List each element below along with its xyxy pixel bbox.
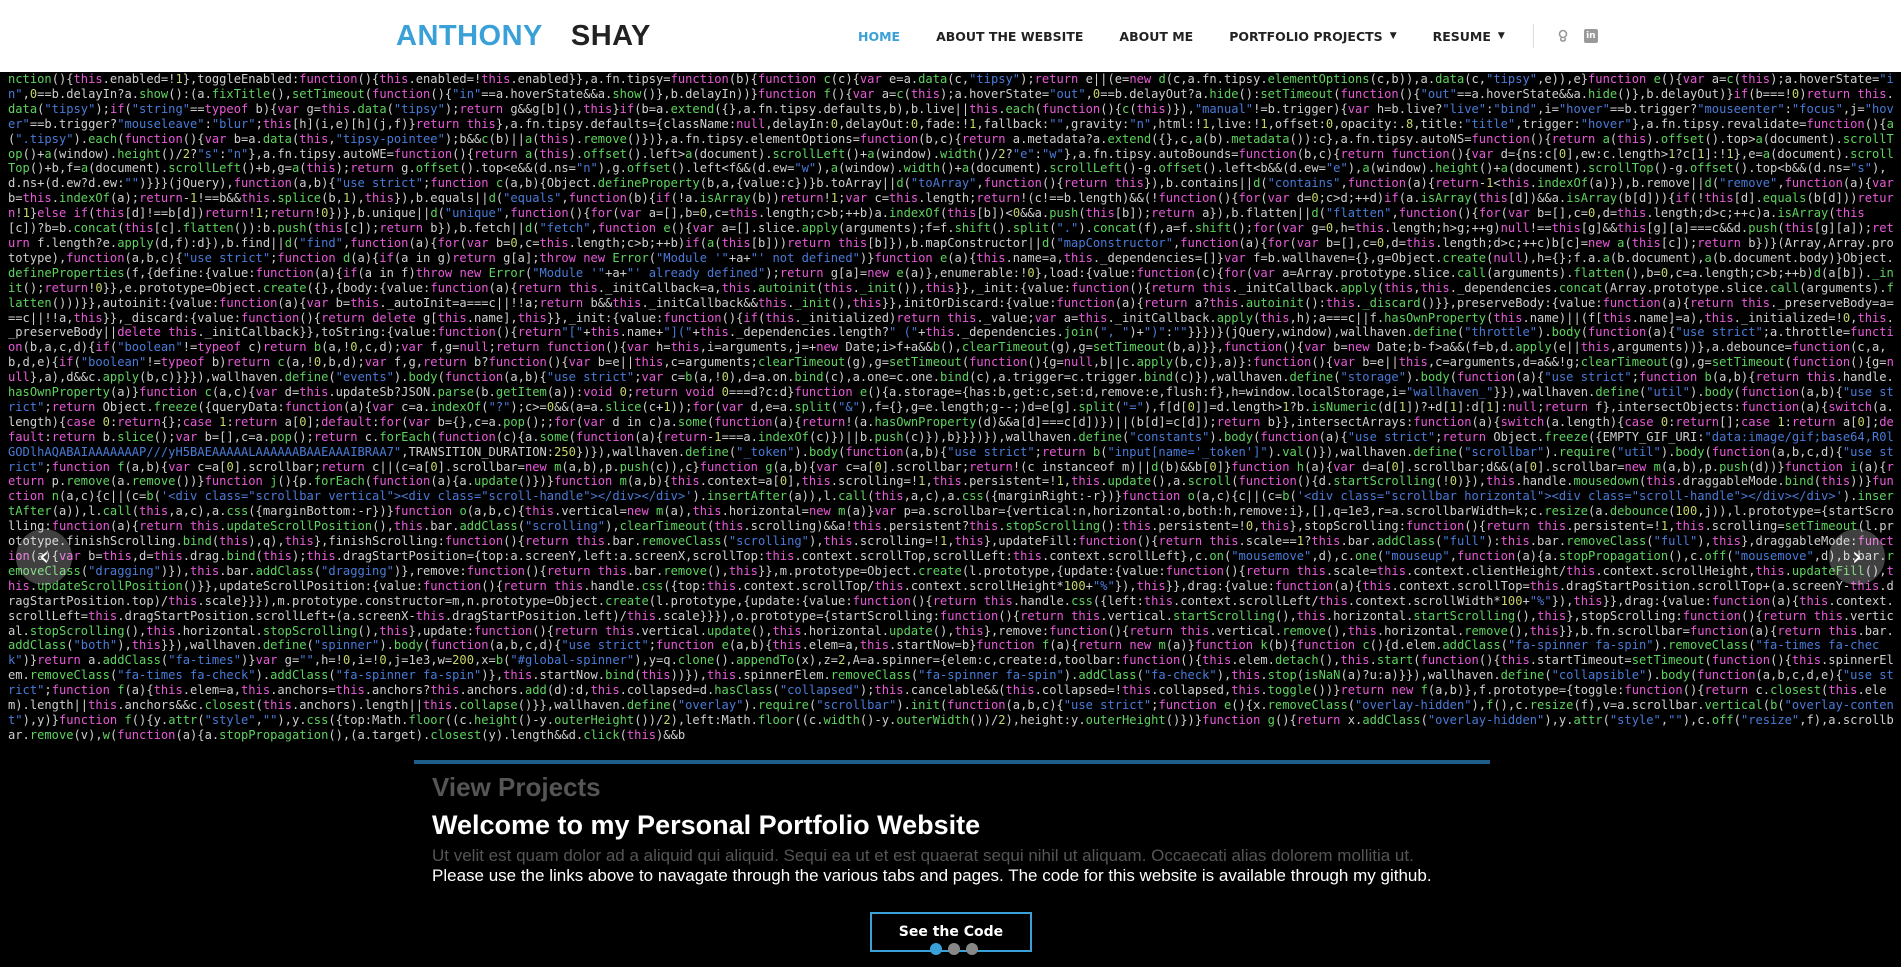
chevron-down-icon: ▼ (1389, 31, 1397, 41)
chevron-left-icon: ‹ (38, 542, 50, 572)
caption-previous-text: Ut velit est quam dolor ad a aliquid qui… (432, 846, 1414, 865)
nav-about-me-label: ABOUT ME (1119, 28, 1194, 44)
nav-home[interactable]: HOME (858, 29, 900, 44)
nav-about-website[interactable]: ABOUT THE WEBSITE (936, 29, 1083, 44)
github-icon[interactable] (1556, 29, 1570, 43)
social-links: in (1556, 29, 1598, 43)
hero-caption: View Projects Welcome to my Personal Por… (414, 760, 1490, 967)
main-nav: HOME ABOUT THE WEBSITE ABOUT ME PORTFOLI… (858, 0, 1598, 72)
slider-dot[interactable] (966, 943, 978, 955)
nav-resume-label: RESUME (1432, 28, 1491, 44)
nav-home-label: HOME (858, 28, 901, 44)
slider-prev-button[interactable]: ‹ (16, 529, 72, 585)
slider-dots (930, 943, 978, 955)
slider-next-button[interactable]: › (1829, 529, 1885, 585)
nav-about-me[interactable]: ABOUT ME (1119, 29, 1193, 44)
nav-portfolio-projects[interactable]: PORTFOLIO PROJECTS ▼ (1229, 29, 1396, 44)
hero-slider: nction(){this.enabled=!1},toggleEnabled:… (0, 72, 1901, 967)
code-background: nction(){this.enabled=!1},toggleEnabled:… (8, 72, 1901, 742)
caption-previous-title: View Projects (432, 772, 601, 802)
nav-divider (1532, 24, 1534, 48)
chevron-down-icon: ▼ (1497, 31, 1505, 41)
caption-title: Welcome to my Personal Portfolio Website (432, 810, 981, 840)
slider-dot[interactable] (930, 943, 942, 955)
caption-text: Please use the links above to navagate t… (432, 866, 1432, 885)
site-logo[interactable]: ANTHONY SHAY (396, 20, 651, 53)
chevron-right-icon: › (1851, 542, 1863, 572)
logo-last-name: SHAY (570, 20, 651, 52)
nav-about-website-label: ABOUT THE WEBSITE (936, 28, 1084, 44)
nav-resume[interactable]: RESUME ▼ (1433, 29, 1505, 44)
site-header: ANTHONY SHAY HOME ABOUT THE WEBSITE ABOUT… (0, 0, 1901, 72)
nav-portfolio-projects-label: PORTFOLIO PROJECTS (1229, 28, 1383, 44)
linkedin-icon[interactable]: in (1583, 29, 1598, 43)
slider-dot[interactable] (948, 943, 960, 955)
logo-first-name: ANTHONY (396, 20, 543, 52)
